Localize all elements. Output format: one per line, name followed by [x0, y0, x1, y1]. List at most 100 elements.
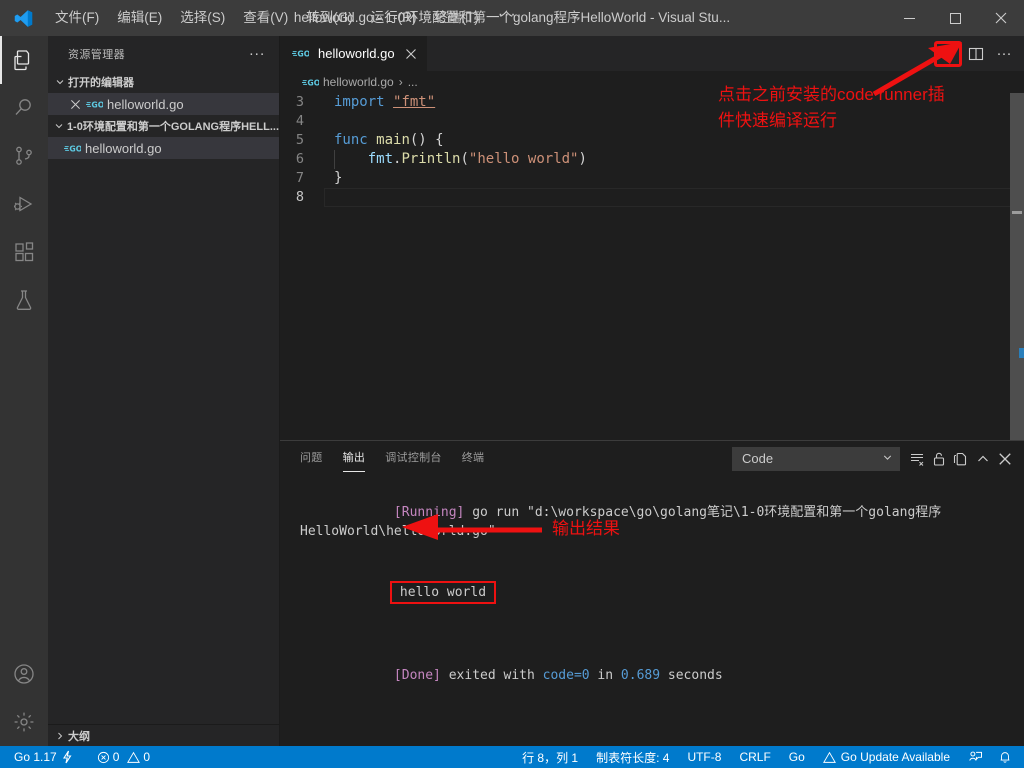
open-in-editor-icon[interactable] — [950, 448, 972, 470]
breadcrumb-rest[interactable]: ... — [408, 75, 418, 89]
status-encoding[interactable]: UTF-8 — [678, 746, 730, 768]
activity-source-control[interactable] — [0, 132, 48, 180]
maximize-panel-icon[interactable] — [972, 448, 994, 470]
editor-scrollbar-track-lower — [1010, 143, 1024, 440]
output-done-code: code=0 — [542, 668, 590, 683]
window-controls — [886, 0, 1024, 36]
activity-settings[interactable] — [0, 698, 48, 746]
code-token: ) — [578, 151, 587, 167]
panel-tab-output[interactable]: 输出 — [342, 441, 366, 476]
code-line: 6 fmt.Println("hello world") — [280, 150, 1024, 169]
activity-explorer[interactable] — [0, 36, 48, 84]
status-go-update[interactable]: Go Update Available — [814, 746, 959, 768]
tab-close-icon[interactable] — [405, 48, 417, 60]
section-outline[interactable]: 大纲 — [48, 724, 279, 746]
menu-goto[interactable]: 转到(G) — [297, 0, 362, 36]
code-token: func — [334, 132, 368, 148]
panel-actions: Code — [732, 446, 1024, 471]
editor-more-button[interactable]: ··· — [990, 36, 1018, 71]
tab-helloworld-go[interactable]: GO helloworld.go — [280, 36, 428, 71]
activity-account[interactable] — [0, 650, 48, 698]
editor-overview-marker — [1012, 211, 1022, 214]
panel-tab-terminal[interactable]: 终端 — [462, 441, 485, 476]
menu-terminal[interactable]: 终端(T) — [426, 0, 488, 36]
menu-view[interactable]: 查看(V) — [234, 0, 297, 36]
breadcrumb-file[interactable]: helloworld.go — [323, 75, 394, 89]
sidebar-header: 资源管理器 ··· — [48, 36, 279, 71]
split-editor-button[interactable] — [962, 36, 990, 71]
panel-tab-debug-console[interactable]: 调试控制台 — [385, 441, 442, 476]
svg-text:GO: GO — [307, 78, 319, 87]
status-bar-right: 行 8，列 1 制表符长度: 4 UTF-8 CRLF Go Go Update… — [513, 746, 1024, 768]
status-notifications-icon[interactable] — [992, 746, 1024, 768]
section-outline-label: 大纲 — [68, 730, 90, 743]
run-button-highlight — [934, 40, 962, 67]
code-editor[interactable]: 3 import "fmt" 4 5 func main() {6 fmt.Printl… — [280, 93, 1024, 440]
run-code-button[interactable] — [934, 36, 962, 71]
status-feedback-icon[interactable] — [959, 746, 992, 768]
current-line-highlight — [324, 188, 1024, 207]
workbench-body: 资源管理器 ··· 打开的编辑器 GO hell — [0, 36, 1024, 746]
close-panel-icon[interactable] — [994, 448, 1016, 470]
status-go-update-label: Go Update Available — [840, 750, 950, 764]
sidebar-more-button[interactable]: ··· — [243, 46, 271, 61]
go-file-icon: GO — [302, 76, 319, 89]
minimize-button[interactable] — [886, 0, 932, 36]
warning-icon — [822, 751, 836, 764]
line-number: 4 — [295, 113, 304, 129]
output-channel-select[interactable]: Code — [732, 446, 900, 471]
activity-extensions[interactable] — [0, 228, 48, 276]
output-content[interactable]: [Running] go run "d:\workspace\go\golang… — [280, 476, 1024, 746]
menu-file[interactable]: 文件(F) — [46, 0, 108, 36]
svg-text:GO: GO — [91, 100, 103, 109]
chevron-down-icon — [52, 76, 68, 88]
output-line-running: [Running] go run "d:\workspace\go\golang… — [280, 484, 1024, 560]
menu-more-button[interactable]: ··· — [488, 0, 527, 36]
menu-edit[interactable]: 编辑(E) — [108, 0, 171, 36]
code-token: ( — [460, 151, 469, 167]
clear-output-icon[interactable] — [906, 448, 928, 470]
code-line: 8 — [280, 188, 1024, 207]
file-item-helloworld[interactable]: GO helloworld.go — [48, 137, 279, 159]
output-channel-value: Code — [742, 451, 774, 466]
close-icon[interactable] — [66, 99, 84, 110]
editor-actions: ··· — [934, 36, 1024, 71]
close-button[interactable] — [978, 0, 1024, 36]
chevron-down-icon — [881, 451, 894, 467]
editor-cursor-marker — [1019, 348, 1024, 358]
code-token: "fmt" — [393, 94, 436, 110]
status-cursor-position[interactable]: 行 8，列 1 — [513, 746, 587, 768]
editor-vertical-scrollbar[interactable] — [1010, 93, 1024, 440]
run-annotation-label: 点击之前安装的code runner插 件快速编译运行 — [718, 85, 945, 130]
panel-tab-problems[interactable]: 问题 — [300, 441, 323, 476]
panel-tabs: 问题 输出 调试控制台 终端 Code — [280, 441, 1024, 476]
section-folder-label: 1-0环境配置和第一个GOLANG程序HELL... — [66, 121, 279, 133]
unlock-icon[interactable] — [928, 448, 950, 470]
line-number: 6 — [295, 151, 304, 167]
lightning-icon — [61, 750, 73, 764]
output-done-tag: [Done] — [393, 668, 441, 683]
activity-search[interactable] — [0, 84, 48, 132]
section-open-editors[interactable]: 打开的编辑器 — [48, 71, 279, 93]
title-bar: 文件(F) 编辑(E) 选择(S) 查看(V) 转到(G) 运行(R) 终端(T… — [0, 0, 1024, 36]
menu-selection[interactable]: 选择(S) — [171, 0, 234, 36]
status-tab-size[interactable]: 制表符长度: 4 — [587, 746, 678, 768]
activity-testing[interactable] — [0, 276, 48, 324]
activity-run-debug[interactable] — [0, 180, 48, 228]
menu-run[interactable]: 运行(R) — [362, 0, 426, 36]
code-line: 7} — [280, 169, 1024, 188]
status-eol[interactable]: CRLF — [730, 746, 779, 768]
status-go-version[interactable]: Go 1.17 — [0, 746, 79, 768]
status-problems[interactable]: 0 0 — [91, 746, 156, 768]
code-token: Println — [401, 151, 461, 167]
section-folder[interactable]: 1-0环境配置和第一个GOLANG程序HELL... — [48, 115, 279, 137]
open-editor-item[interactable]: GO helloworld.go — [48, 93, 279, 115]
section-open-editors-label: 打开的编辑器 — [68, 77, 134, 89]
file-item-label: helloworld.go — [85, 140, 162, 156]
editor-tabs-bar: GO helloworld.go — [280, 36, 1024, 71]
status-language-mode[interactable]: Go — [780, 746, 814, 768]
maximize-button[interactable] — [932, 0, 978, 36]
